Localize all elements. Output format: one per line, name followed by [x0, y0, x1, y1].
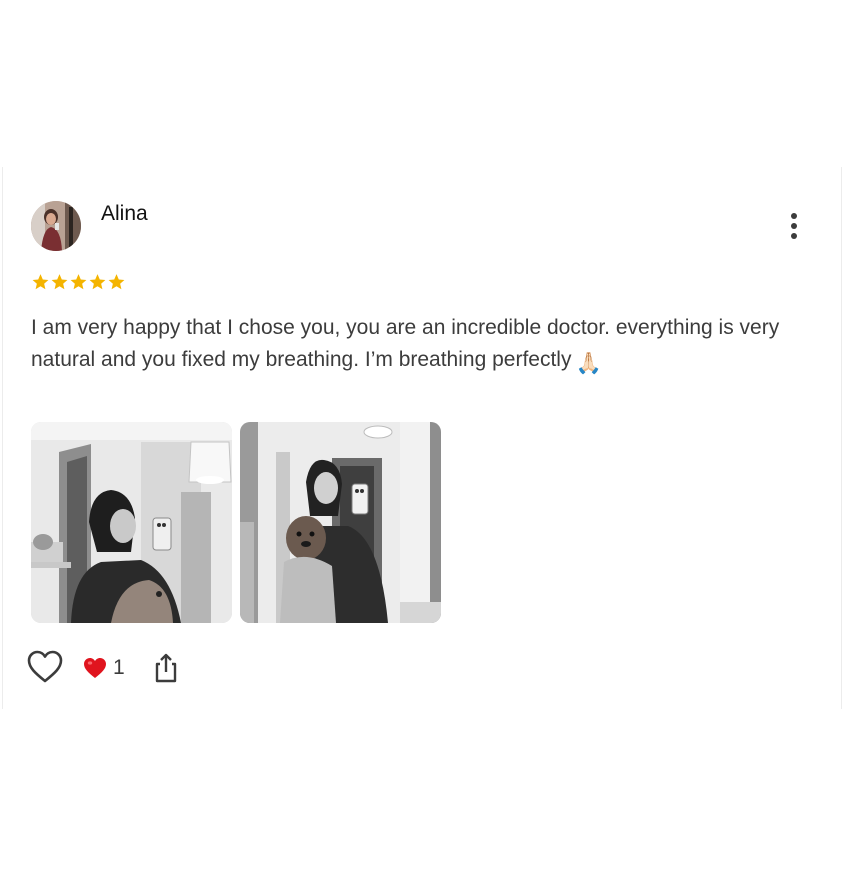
star-rating [31, 271, 126, 295]
star-icon [70, 274, 87, 290]
review-text: I am very happy that I chose you, you ar… [31, 312, 811, 380]
more-options-icon[interactable] [783, 209, 805, 243]
red-heart-icon [84, 658, 106, 678]
share-icon[interactable] [151, 652, 181, 684]
star-icon [51, 274, 68, 290]
review-body: I am very happy that I chose you, you ar… [31, 316, 780, 371]
author-avatar[interactable] [31, 201, 81, 251]
heart-outline-icon[interactable] [27, 650, 63, 684]
review-actions: 1 [27, 650, 327, 686]
review-photo-2[interactable] [240, 422, 441, 623]
reaction-summary[interactable]: 1 [83, 654, 125, 682]
star-icon [108, 274, 125, 290]
reaction-count: 1 [113, 656, 125, 679]
review-photo-1[interactable] [31, 422, 232, 623]
review-card: Alina I am very happy that I chose you, … [2, 167, 842, 709]
star-icon [32, 274, 49, 290]
praying-hands-emoji: 🙏🏻 [575, 352, 602, 375]
author-name[interactable]: Alina [101, 202, 148, 226]
star-icon [89, 274, 106, 290]
